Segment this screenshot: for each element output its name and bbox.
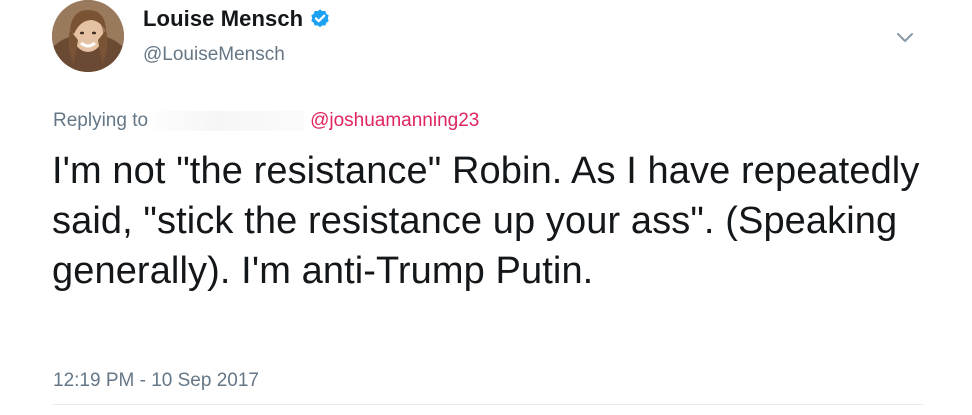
tweet-text: I'm not "the resistance" Robin. As I hav… [52, 150, 920, 292]
author-name-row: Louise Mensch [143, 4, 331, 34]
avatar-image [52, 0, 124, 72]
redacted-mention [154, 111, 305, 131]
avatar[interactable] [52, 0, 124, 72]
tweet-card: Louise Mensch @LouiseMensch Replying to … [0, 0, 972, 415]
replying-to: Replying to @joshuamanning23 [53, 108, 479, 134]
author-handle[interactable]: @LouiseMensch [143, 44, 285, 66]
verified-badge-icon [309, 8, 331, 30]
divider [52, 404, 924, 405]
author-display-name[interactable]: Louise Mensch [143, 6, 303, 32]
replying-to-label: Replying to [53, 110, 149, 131]
chevron-down-icon[interactable] [894, 26, 916, 48]
reply-mention-link[interactable]: @joshuamanning23 [310, 110, 479, 132]
tweet-timestamp[interactable]: 12:19 PM - 10 Sep 2017 [53, 370, 259, 392]
